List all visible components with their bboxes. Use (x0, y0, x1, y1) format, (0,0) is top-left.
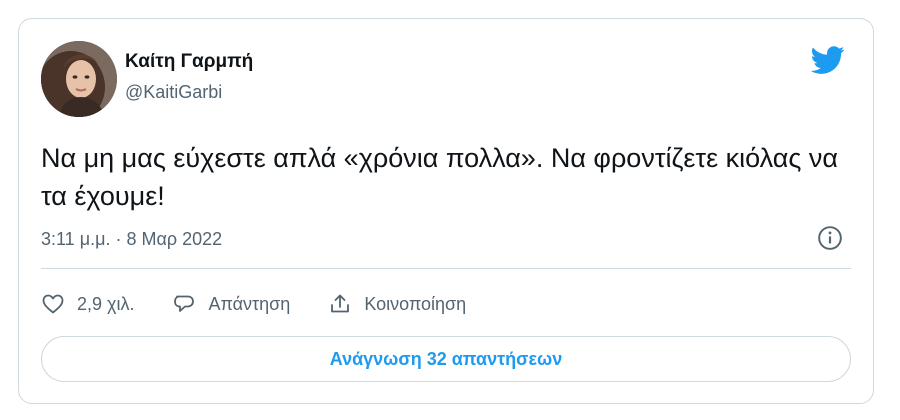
tweet-text: Να μη μας εύχεστε απλά «χρόνια πολλα». Ν… (41, 143, 838, 211)
heart-icon (42, 294, 64, 314)
author-handle[interactable]: @KaitiGarbi (125, 82, 222, 103)
like-count: 2,9 χιλ. (77, 293, 135, 314)
read-replies-label: Ανάγνωση 32 απαντήσεων (329, 348, 563, 369)
info-icon[interactable] (817, 225, 843, 251)
share-label: Κοινοποίηση (364, 293, 467, 314)
read-replies-button[interactable]: Ανάγνωση 32 απαντήσεων (41, 336, 851, 382)
share-button[interactable]: Κοινοποίηση (328, 292, 466, 316)
share-icon (331, 294, 350, 313)
reply-bubble-icon (174, 295, 195, 312)
twitter-bird-icon[interactable] (809, 43, 847, 77)
reply-button[interactable]: Απάντηση (172, 292, 290, 316)
tweet-timestamp[interactable]: 3:11 μ.μ. · 8 Μαρ 2022 (41, 229, 222, 250)
author-name[interactable]: Καίτη Γαρμπή (125, 51, 253, 73)
like-button[interactable]: 2,9 χιλ. (41, 292, 134, 316)
reply-label: Απάντηση (208, 293, 291, 314)
avatar[interactable] (41, 41, 117, 117)
tweet-card[interactable]: Καίτη Γαρμπή @KaitiGarbi Να μη μας εύχεσ… (18, 18, 874, 404)
avatar-photo (41, 41, 117, 117)
action-bar: 2,9 χιλ. Απάντηση Κοινοποίηση (41, 289, 504, 319)
divider (41, 268, 851, 269)
tweet-header: Καίτη Γαρμπή @KaitiGarbi (41, 41, 851, 121)
